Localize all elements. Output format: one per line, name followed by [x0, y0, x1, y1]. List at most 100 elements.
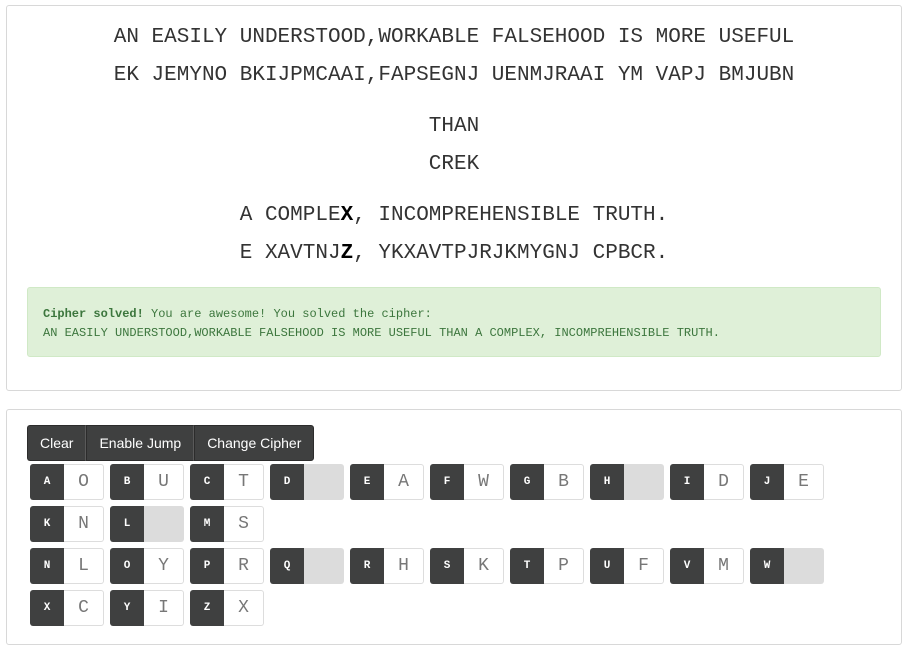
cipher-letter: P	[190, 548, 224, 584]
cipher-letter: N	[30, 548, 64, 584]
key-f[interactable]: FW	[430, 464, 504, 500]
plain-letter-input[interactable]: F	[624, 548, 664, 584]
key-l[interactable]: L	[110, 506, 184, 542]
key-q[interactable]: Q	[270, 548, 344, 584]
plain-letter-input[interactable]: N	[64, 506, 104, 542]
plain-letter-input[interactable]: H	[384, 548, 424, 584]
plain-letter-input[interactable]: Y	[144, 548, 184, 584]
alert-header: Cipher solved! You are awesome! You solv…	[43, 305, 865, 324]
ciphertext-line-1: EK JEMYNO BKIJPMCAAI,FAPSEGNJ UENMJRAAI …	[113, 64, 795, 87]
cipher-letter: S	[430, 548, 464, 584]
cipher-letter: K	[30, 506, 64, 542]
plain-letter-input[interactable]: S	[224, 506, 264, 542]
cipher-letter: I	[670, 464, 704, 500]
cipher-letter: W	[750, 548, 784, 584]
cipher-letter: Z	[190, 590, 224, 626]
plain-letter-input[interactable]: R	[224, 548, 264, 584]
plain-letter-input[interactable]: W	[464, 464, 504, 500]
key-g[interactable]: GB	[510, 464, 584, 500]
cipher-letter: H	[590, 464, 624, 500]
plain-letter-input[interactable]: B	[544, 464, 584, 500]
key-r[interactable]: RH	[350, 548, 424, 584]
plain-letter-input[interactable]	[304, 548, 344, 584]
key-u[interactable]: UF	[590, 548, 664, 584]
key-b[interactable]: BU	[110, 464, 184, 500]
key-y[interactable]: YI	[110, 590, 184, 626]
key-t[interactable]: TP	[510, 548, 584, 584]
plaintext-segment: , INCOMPREHENSIBLE TRUTH.	[353, 204, 669, 227]
key-a[interactable]: AO	[30, 464, 104, 500]
cipher-letter: O	[110, 548, 144, 584]
key-o[interactable]: OY	[110, 548, 184, 584]
plaintext-line-2: THAN	[428, 115, 480, 138]
clear-button[interactable]: Clear	[27, 425, 87, 461]
plain-letter-input[interactable]: T	[224, 464, 264, 500]
cipher-letter: T	[510, 548, 544, 584]
ciphertext-segment: , YKXAVTPJRJKMYGNJ CPBCR.	[353, 242, 669, 265]
plain-letter-input[interactable]	[304, 464, 344, 500]
alert-message: You are awesome! You solved the cipher:	[143, 307, 432, 321]
ciphertext-line-3: E XAVTNJZ, YKXAVTPJRJKMYGNJ CPBCR.	[7, 242, 901, 265]
cipher-letter: Y	[110, 590, 144, 626]
keyboard-panel: Clear Enable Jump Change Cipher AOBUCTDE…	[6, 409, 902, 645]
plain-letter-input[interactable]: X	[224, 590, 264, 626]
plaintext-line-3: A COMPLEX, INCOMPREHENSIBLE TRUTH.	[7, 204, 901, 227]
highlighted-cipher-letter: Z	[340, 242, 354, 265]
key-j[interactable]: JE	[750, 464, 824, 500]
cipher-letter: G	[510, 464, 544, 500]
alert-title: Cipher solved!	[43, 307, 144, 321]
key-s[interactable]: SK	[430, 548, 504, 584]
cipher-letter: L	[110, 506, 144, 542]
plain-letter-input[interactable]: O	[64, 464, 104, 500]
cipher-letter: V	[670, 548, 704, 584]
key-n[interactable]: NL	[30, 548, 104, 584]
plain-letter-input[interactable]: M	[704, 548, 744, 584]
cipher-letter: J	[750, 464, 784, 500]
key-d[interactable]: D	[270, 464, 344, 500]
ciphertext-segment: E XAVTNJ	[239, 242, 341, 265]
cipher-letter: B	[110, 464, 144, 500]
plain-letter-input[interactable]: K	[464, 548, 504, 584]
key-k[interactable]: KN	[30, 506, 104, 542]
key-h[interactable]: H	[590, 464, 664, 500]
key-x[interactable]: XC	[30, 590, 104, 626]
key-m[interactable]: MS	[190, 506, 264, 542]
key-w[interactable]: W	[750, 548, 824, 584]
key-v[interactable]: VM	[670, 548, 744, 584]
plain-letter-input[interactable]: U	[144, 464, 184, 500]
cipher-letter: M	[190, 506, 224, 542]
cipher-letter: E	[350, 464, 384, 500]
enable-jump-button[interactable]: Enable Jump	[86, 425, 195, 461]
plain-letter-input[interactable]: D	[704, 464, 744, 500]
plain-letter-input[interactable]	[784, 548, 824, 584]
alert-solution: AN EASILY UNDERSTOOD,WORKABLE FALSEHOOD …	[43, 326, 720, 340]
cipher-letter: C	[190, 464, 224, 500]
cipher-letter: D	[270, 464, 304, 500]
cipher-letter: F	[430, 464, 464, 500]
plain-letter-input[interactable]	[144, 506, 184, 542]
key-z[interactable]: ZX	[190, 590, 264, 626]
cipher-letter: A	[30, 464, 64, 500]
plain-letter-input[interactable]: P	[544, 548, 584, 584]
cipher-letter: Q	[270, 548, 304, 584]
plain-letter-input[interactable]: L	[64, 548, 104, 584]
plain-letter-input[interactable]: E	[784, 464, 824, 500]
cipher-letter: R	[350, 548, 384, 584]
puzzle-panel: AN EASILY UNDERSTOOD,WORKABLE FALSEHOOD …	[6, 5, 902, 391]
plaintext-line-1: AN EASILY UNDERSTOOD,WORKABLE FALSEHOOD …	[113, 26, 795, 49]
cipher-letter: X	[30, 590, 64, 626]
plain-letter-input[interactable]: C	[64, 590, 104, 626]
plaintext-segment: A COMPLE	[239, 204, 341, 227]
key-p[interactable]: PR	[190, 548, 264, 584]
highlighted-letter: X	[340, 204, 354, 227]
success-alert: Cipher solved! You are awesome! You solv…	[27, 287, 881, 357]
key-e[interactable]: EA	[350, 464, 424, 500]
plain-letter-input[interactable]: I	[144, 590, 184, 626]
cipher-letter: U	[590, 548, 624, 584]
plain-letter-input[interactable]	[624, 464, 664, 500]
key-c[interactable]: CT	[190, 464, 264, 500]
key-i[interactable]: ID	[670, 464, 744, 500]
toolbar: Clear Enable Jump Change Cipher	[27, 425, 315, 461]
change-cipher-button[interactable]: Change Cipher	[194, 425, 315, 461]
plain-letter-input[interactable]: A	[384, 464, 424, 500]
